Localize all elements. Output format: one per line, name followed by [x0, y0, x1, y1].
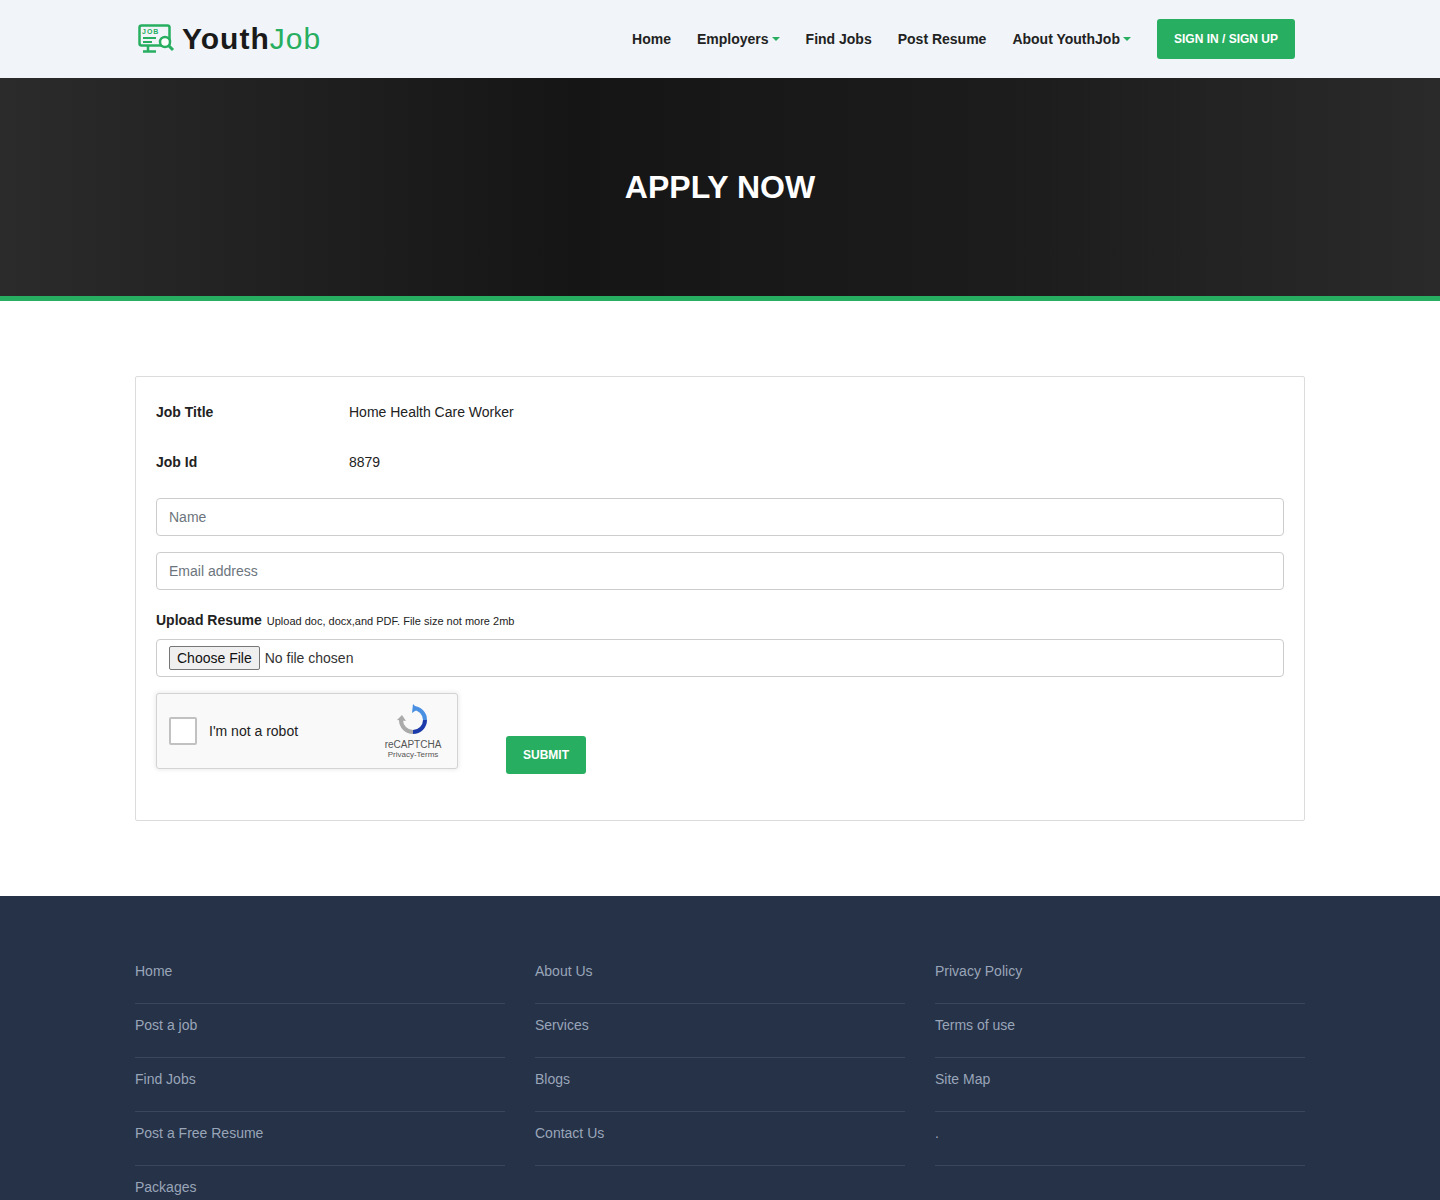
nav-item[interactable]: Find Jobs	[806, 31, 872, 47]
nav-item[interactable]: Employers	[697, 31, 780, 47]
privacy-link[interactable]: Privacy	[388, 750, 414, 759]
nav-item[interactable]: Home	[632, 31, 671, 47]
caret-down-icon	[772, 37, 780, 41]
upload-note: Upload doc, docx,and PDF. File size not …	[267, 615, 515, 627]
logo-text-accent: Job	[270, 22, 321, 56]
footer-column: HomePost a jobFind JobsPost a Free Resum…	[135, 950, 505, 1200]
footer-link[interactable]: Contact Us	[535, 1112, 905, 1166]
caret-down-icon	[1123, 37, 1131, 41]
main-content: Job TitleHome Health Care Worker Job Id88…	[0, 301, 1440, 896]
footer-link[interactable]: About Us	[535, 950, 905, 1004]
detail-row: Job TitleHome Health Care Worker	[156, 397, 1284, 427]
choose-file-button[interactable]: Choose File	[169, 646, 260, 670]
file-status: No file chosen	[265, 650, 354, 666]
captcha-brand: reCAPTCHAPrivacy-Terms	[381, 704, 445, 759]
footer-column: About UsServicesBlogsContact Us	[535, 950, 905, 1200]
detail-label: Job Id	[156, 454, 349, 470]
footer-link[interactable]: Home	[135, 950, 505, 1004]
recaptcha-icon	[397, 704, 429, 736]
apply-form: Job TitleHome Health Care Worker Job Id88…	[135, 376, 1305, 821]
footer-column: Privacy PolicyTerms of useSite Map.	[935, 950, 1305, 1200]
detail-row: Job Id8879	[156, 447, 1284, 477]
footer-link[interactable]: Services	[535, 1004, 905, 1058]
footer: HomePost a jobFind JobsPost a Free Resum…	[0, 896, 1440, 1200]
hero-banner: APPLY NOW	[0, 78, 1440, 296]
footer-link[interactable]: Packages	[135, 1166, 505, 1200]
footer-link[interactable]: .	[935, 1112, 1305, 1166]
job-monitor-icon: JOB	[138, 24, 176, 54]
footer-link[interactable]: Terms of use	[935, 1004, 1305, 1058]
detail-value: Home Health Care Worker	[349, 404, 514, 420]
footer-link[interactable]: Site Map	[935, 1058, 1305, 1112]
hero-title: APPLY NOW	[625, 169, 815, 206]
logo-text: Youth	[182, 22, 270, 56]
nav-item[interactable]: About YouthJob	[1012, 31, 1131, 47]
footer-link[interactable]: Blogs	[535, 1058, 905, 1112]
detail-value: 8879	[349, 454, 380, 470]
footer-link[interactable]: Privacy Policy	[935, 950, 1305, 1004]
nav-item[interactable]: Post Resume	[898, 31, 987, 47]
captcha-checkbox[interactable]	[169, 717, 197, 745]
name-input[interactable]	[156, 498, 1284, 536]
recaptcha: I'm not a robotreCAPTCHAPrivacy-Terms	[156, 693, 458, 769]
captcha-label: I'm not a robot	[209, 723, 381, 739]
footer-link[interactable]: Post a job	[135, 1004, 505, 1058]
accent-bar	[0, 296, 1440, 301]
header: JOB YouthJob Home Employers Find Jobs Post Re…	[0, 0, 1440, 78]
submit-button[interactable]: SUBMIT	[506, 736, 586, 774]
main-nav: Home Employers Find Jobs Post Resume About Y…	[632, 19, 1295, 59]
svg-text:JOB: JOB	[142, 28, 159, 35]
logo[interactable]: JOB YouthJob	[138, 22, 321, 56]
footer-link[interactable]: Post a Free Resume	[135, 1112, 505, 1166]
sign-in-button[interactable]: SIGN IN / SIGN UP	[1157, 19, 1295, 59]
upload-label: Upload ResumeUpload doc, docx,and PDF. F…	[156, 612, 1284, 628]
footer-link[interactable]: Find Jobs	[135, 1058, 505, 1112]
email-input[interactable]	[156, 552, 1284, 590]
page: JOB YouthJob Home Employers Find Jobs Post Re…	[0, 0, 1440, 1200]
terms-link[interactable]: Terms	[417, 750, 439, 759]
detail-label: Job Title	[156, 404, 349, 420]
file-input[interactable]: Choose File No file chosen	[156, 639, 1284, 677]
